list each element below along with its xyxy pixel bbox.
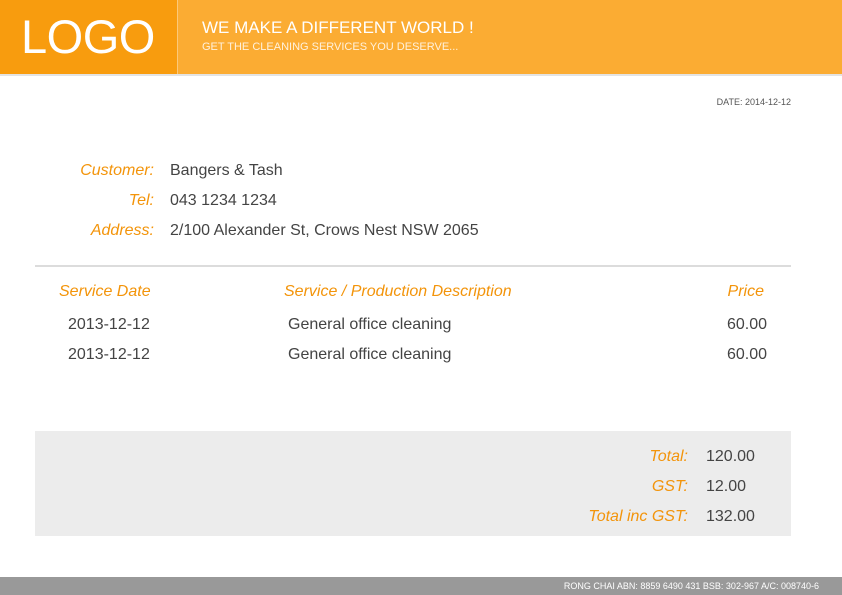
header-service-date: Service Date (59, 283, 151, 300)
row-price: 60.00 (726, 346, 767, 363)
total-inc-gst-value: 132.00 (706, 508, 755, 525)
row-description: General office cleaning (288, 316, 452, 333)
row-date: 2013-12-12 (68, 316, 150, 333)
customer-row: Customer: Bangers & Tash (0, 160, 600, 182)
section-divider (35, 265, 791, 267)
address-label: Address: (90, 222, 154, 239)
header-description: Service / Production Description (284, 283, 512, 300)
total-inc-gst-label: Total inc GST: (588, 508, 688, 525)
tel-value: 043 1234 1234 (170, 192, 277, 209)
footer-bar: RONG CHAI ABN: 8859 6490 431 BSB: 302-96… (0, 577, 842, 595)
footer-bank-details: RONG CHAI ABN: 8859 6490 431 BSB: 302-96… (563, 581, 819, 591)
customer-label: Customer: (80, 162, 154, 179)
header-price: Price (727, 283, 764, 300)
total-label: Total: (649, 448, 688, 465)
total-value: 120.00 (706, 448, 755, 465)
logo-box: LOGO (0, 0, 178, 74)
subslogan: GET THE CLEANING SERVICES YOU DESERVE... (202, 41, 459, 53)
gst-label: GST: (651, 478, 688, 495)
logo: LOGO (21, 10, 155, 63)
slogan: WE MAKE A DIFFERENT WORLD ! (202, 18, 474, 37)
tel-label: Tel: (128, 192, 154, 209)
row-date: 2013-12-12 (68, 346, 150, 363)
address-row: Address: 2/100 Alexander St, Crows Nest … (0, 220, 600, 242)
address-value: 2/100 Alexander St, Crows Nest NSW 2065 (170, 222, 479, 239)
row-description: General office cleaning (288, 346, 452, 363)
invoice-date: DATE: 2014-12-12 (716, 97, 791, 107)
customer-value: Bangers & Tash (170, 162, 283, 179)
invoice-header: LOGO WE MAKE A DIFFERENT WORLD ! GET THE… (0, 0, 842, 76)
row-price: 60.00 (726, 316, 767, 333)
gst-value: 12.00 (706, 478, 747, 495)
tel-row: Tel: 043 1234 1234 (0, 190, 600, 212)
